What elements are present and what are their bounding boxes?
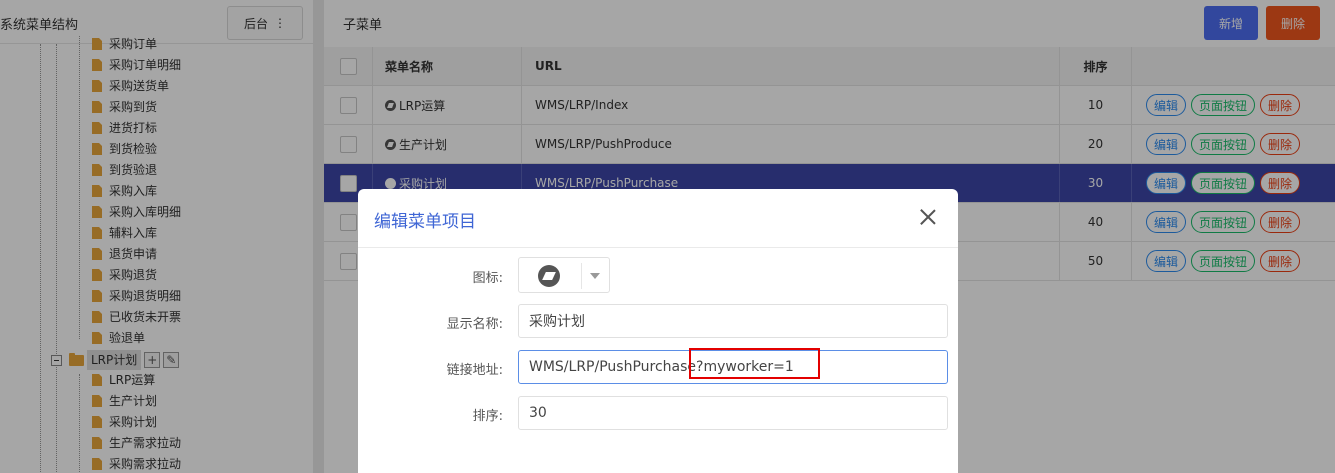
annotation-highlight-box bbox=[689, 348, 820, 379]
icon-picker-divider bbox=[581, 263, 582, 289]
icon-picker[interactable] bbox=[518, 257, 610, 293]
edit-menu-dialog: 编辑菜单项目 图标: 显示名称: 采购计划 链接地址: WMS/LRP/Push… bbox=[358, 189, 958, 473]
icon-label: 图标: bbox=[472, 271, 503, 286]
dialog-divider bbox=[358, 247, 958, 248]
sort-label: 排序: bbox=[472, 409, 503, 424]
sort-input[interactable]: 30 bbox=[518, 396, 948, 430]
url-label: 链接地址: bbox=[446, 363, 503, 378]
close-icon[interactable] bbox=[918, 207, 938, 227]
display-name-input[interactable]: 采购计划 bbox=[518, 304, 948, 338]
dialog-title: 编辑菜单项目 bbox=[374, 212, 476, 232]
chevron-down-icon[interactable] bbox=[590, 273, 600, 279]
display-name-label: 显示名称: bbox=[446, 317, 503, 332]
compass-icon bbox=[538, 265, 560, 287]
